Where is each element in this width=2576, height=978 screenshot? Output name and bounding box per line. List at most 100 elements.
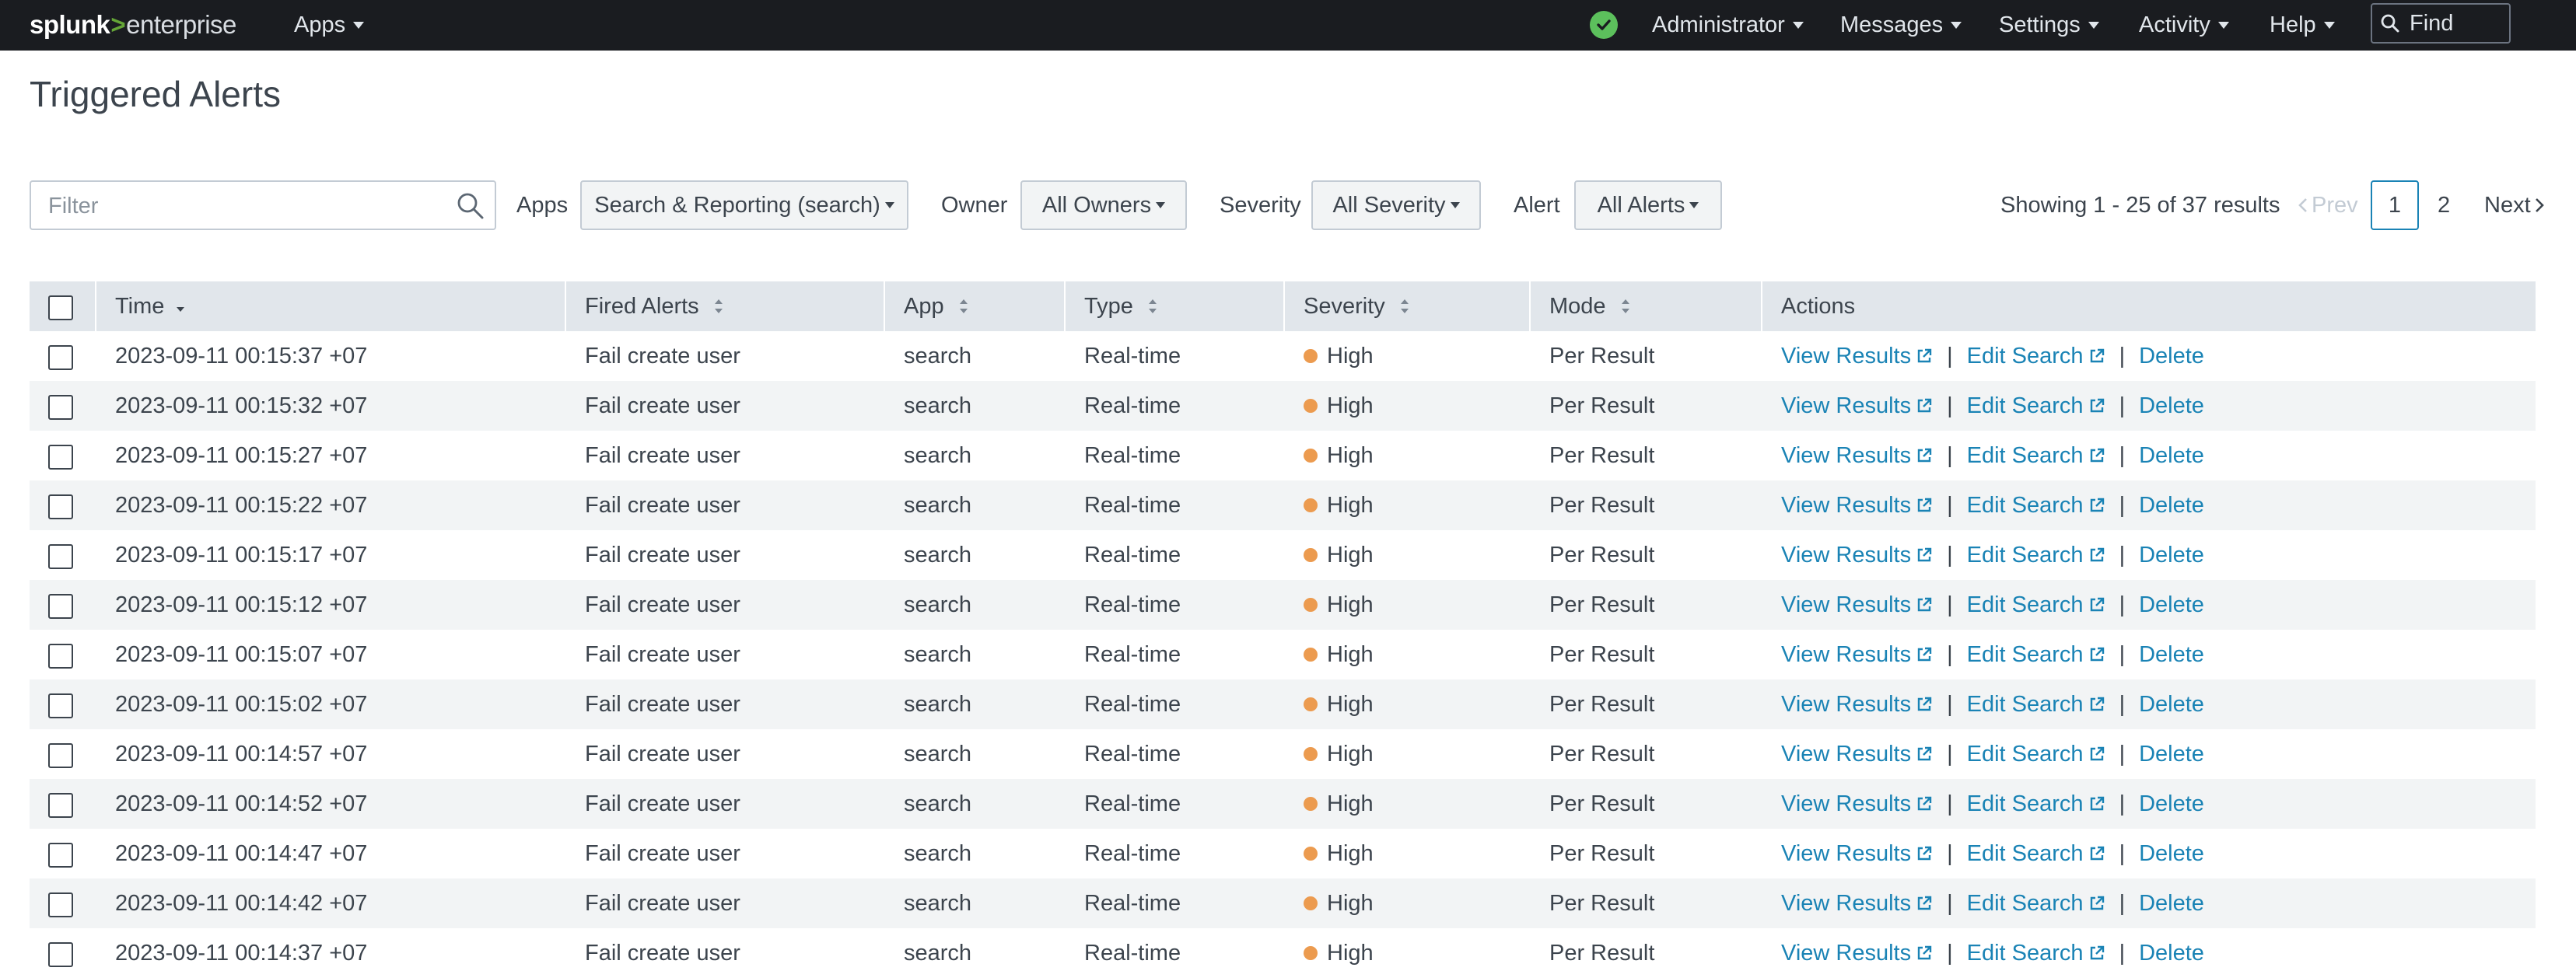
- external-link-icon: [2090, 945, 2104, 960]
- edit-search-link[interactable]: Edit Search: [1967, 443, 2105, 469]
- row-checkbox[interactable]: [48, 395, 73, 420]
- view-results-link[interactable]: View Results: [1781, 742, 1933, 767]
- edit-search-link[interactable]: Edit Search: [1967, 592, 2105, 618]
- column-header-mode[interactable]: Mode: [1531, 281, 1762, 331]
- view-results-link[interactable]: View Results: [1781, 841, 1933, 867]
- view-results-link[interactable]: View Results: [1781, 642, 1933, 668]
- view-results-link[interactable]: View Results: [1781, 344, 1933, 369]
- row-checkbox[interactable]: [48, 594, 73, 619]
- health-status-check-icon[interactable]: [1590, 11, 1618, 39]
- delete-link[interactable]: Delete: [2139, 891, 2204, 917]
- row-checkbox[interactable]: [48, 644, 73, 669]
- settings-menu[interactable]: Settings: [1999, 0, 2099, 51]
- filter-input[interactable]: [47, 182, 454, 230]
- edit-search-link[interactable]: Edit Search: [1967, 742, 2105, 767]
- select-all-checkbox[interactable]: [48, 295, 73, 320]
- column-header-type[interactable]: Type: [1066, 281, 1285, 331]
- edit-search-link[interactable]: Edit Search: [1967, 393, 2105, 419]
- top-nav-bar: splunk > enterprise Apps Administrator Mes…: [0, 0, 2576, 51]
- row-checkbox[interactable]: [48, 942, 73, 967]
- edit-search-link[interactable]: Edit Search: [1967, 891, 2105, 917]
- delete-link[interactable]: Delete: [2139, 941, 2204, 966]
- cell-mode: Per Result: [1549, 542, 1655, 568]
- table-row: 2023-09-11 00:15:32 +07 Fail create user…: [30, 381, 2536, 431]
- external-link-icon: [1917, 746, 1932, 761]
- action-separator: |: [2119, 741, 2126, 767]
- edit-search-link[interactable]: Edit Search: [1967, 692, 2105, 718]
- view-results-label: View Results: [1781, 940, 1912, 966]
- view-results-link[interactable]: View Results: [1781, 891, 1933, 917]
- row-checkbox[interactable]: [48, 743, 73, 768]
- delete-link[interactable]: Delete: [2139, 692, 2204, 718]
- help-menu-label: Help: [2270, 12, 2316, 37]
- edit-search-link[interactable]: Edit Search: [1967, 543, 2105, 568]
- cell-type: Real-time: [1084, 442, 1181, 468]
- delete-link[interactable]: Delete: [2139, 592, 2204, 618]
- severity-filter-dropdown[interactable]: All Severity: [1311, 180, 1481, 230]
- delete-link[interactable]: Delete: [2139, 393, 2204, 419]
- column-header-severity[interactable]: Severity: [1285, 281, 1531, 331]
- messages-menu[interactable]: Messages: [1840, 0, 1962, 51]
- external-link-icon: [2090, 746, 2104, 761]
- view-results-link[interactable]: View Results: [1781, 791, 1933, 817]
- delete-link[interactable]: Delete: [2139, 443, 2204, 469]
- row-checkbox[interactable]: [48, 793, 73, 818]
- owner-filter-dropdown[interactable]: All Owners: [1020, 180, 1187, 230]
- column-header-app[interactable]: App: [885, 281, 1066, 331]
- edit-search-link[interactable]: Edit Search: [1967, 791, 2105, 817]
- column-header-actions: Actions: [1762, 281, 2536, 331]
- row-checkbox[interactable]: [48, 892, 73, 917]
- view-results-link[interactable]: View Results: [1781, 543, 1933, 568]
- edit-search-link[interactable]: Edit Search: [1967, 841, 2105, 867]
- row-checkbox[interactable]: [48, 494, 73, 519]
- row-checkbox[interactable]: [48, 843, 73, 868]
- delete-link[interactable]: Delete: [2139, 642, 2204, 668]
- edit-search-link[interactable]: Edit Search: [1967, 642, 2105, 668]
- page-1-button[interactable]: 1: [2371, 180, 2419, 230]
- column-header-fired-alerts[interactable]: Fired Alerts: [566, 281, 885, 331]
- prev-page-button[interactable]: Prev: [2298, 180, 2358, 230]
- column-header-time[interactable]: Time: [96, 281, 566, 331]
- search-icon[interactable]: [456, 191, 485, 225]
- delete-link[interactable]: Delete: [2139, 841, 2204, 867]
- row-checkbox[interactable]: [48, 544, 73, 569]
- apps-menu[interactable]: Apps: [294, 0, 365, 51]
- user-menu[interactable]: Administrator: [1652, 0, 1804, 51]
- table-row: 2023-09-11 00:15:37 +07 Fail create user…: [30, 331, 2536, 381]
- delete-link[interactable]: Delete: [2139, 791, 2204, 817]
- next-page-button[interactable]: Next: [2484, 180, 2545, 230]
- view-results-link[interactable]: View Results: [1781, 493, 1933, 519]
- row-checkbox[interactable]: [48, 345, 73, 370]
- severity-filter-value: All Severity: [1332, 192, 1446, 218]
- delete-link[interactable]: Delete: [2139, 742, 2204, 767]
- filter-box[interactable]: [30, 180, 496, 230]
- view-results-link[interactable]: View Results: [1781, 443, 1933, 469]
- edit-search-link[interactable]: Edit Search: [1967, 344, 2105, 369]
- delete-link[interactable]: Delete: [2139, 344, 2204, 369]
- find-input[interactable]: [2408, 9, 2504, 37]
- find-box[interactable]: [2371, 3, 2511, 44]
- view-results-link[interactable]: View Results: [1781, 393, 1933, 419]
- delete-link[interactable]: Delete: [2139, 493, 2204, 519]
- page-2-label: 2: [2438, 192, 2451, 218]
- edit-search-link[interactable]: Edit Search: [1967, 941, 2105, 966]
- page-2-button[interactable]: 2: [2438, 180, 2450, 230]
- row-checkbox[interactable]: [48, 693, 73, 718]
- edit-search-link[interactable]: Edit Search: [1967, 493, 2105, 519]
- edit-search-label: Edit Search: [1966, 343, 2084, 368]
- row-checkbox[interactable]: [48, 445, 73, 470]
- cell-mode: Per Result: [1549, 442, 1655, 468]
- view-results-link[interactable]: View Results: [1781, 592, 1933, 618]
- view-results-link[interactable]: View Results: [1781, 941, 1933, 966]
- cell-time: 2023-09-11 00:14:47 +07: [115, 840, 368, 866]
- view-results-link[interactable]: View Results: [1781, 692, 1933, 718]
- splunk-logo[interactable]: splunk > enterprise: [30, 6, 236, 44]
- activity-menu[interactable]: Activity: [2139, 0, 2229, 51]
- delete-label: Delete: [2139, 940, 2204, 966]
- apps-filter-dropdown[interactable]: Search & Reporting (search): [580, 180, 908, 230]
- alert-filter-dropdown[interactable]: All Alerts: [1574, 180, 1722, 230]
- delete-link[interactable]: Delete: [2139, 543, 2204, 568]
- table-body: 2023-09-11 00:15:37 +07 Fail create user…: [30, 331, 2536, 978]
- table-row: 2023-09-11 00:15:17 +07 Fail create user…: [30, 530, 2536, 580]
- help-menu[interactable]: Help: [2270, 0, 2335, 51]
